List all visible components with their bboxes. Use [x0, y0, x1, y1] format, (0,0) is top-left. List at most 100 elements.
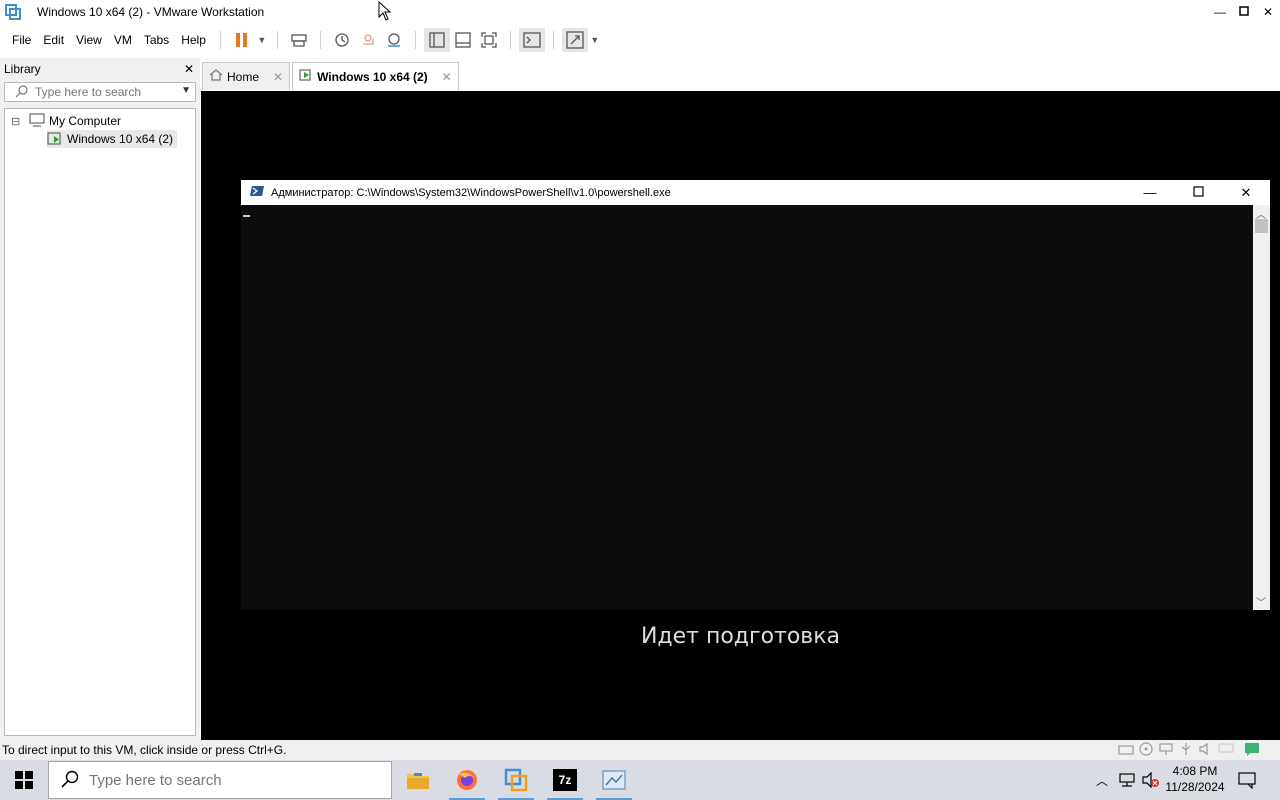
console-icon	[523, 32, 541, 48]
pause-icon	[235, 33, 247, 47]
library-close-icon[interactable]: ✕	[184, 62, 194, 76]
powershell-titlebar[interactable]: Администратор: C:\Windows\System32\Windo…	[241, 180, 1270, 205]
mouse-cursor-icon	[378, 1, 392, 21]
full-screen-button[interactable]	[476, 28, 502, 52]
thumbnail-bar-icon	[455, 32, 471, 48]
sound-card-icon[interactable]	[1198, 742, 1214, 759]
pause-button[interactable]	[229, 28, 255, 52]
collapse-toggle-icon[interactable]: ⊟	[11, 115, 25, 128]
revert-icon	[362, 34, 374, 45]
taskbar-clock[interactable]: 4:08 PM 11/28/2024	[1160, 763, 1230, 795]
toolbar-separator	[552, 31, 554, 49]
ps-maximize-button[interactable]	[1174, 180, 1222, 205]
chevron-down-icon[interactable]: ▼	[181, 85, 191, 96]
thumbnail-bar-button[interactable]	[450, 28, 476, 52]
menu-tabs[interactable]: Tabs	[138, 33, 175, 47]
scroll-down-icon[interactable]: ﹀	[1256, 594, 1266, 609]
toolbar-separator	[276, 31, 278, 49]
menu-toolbar: File Edit View VM Tabs Help ▼ ▼	[0, 24, 1280, 56]
display-icon[interactable]	[1218, 742, 1234, 759]
powershell-icon	[249, 185, 265, 200]
show-library-button[interactable]	[423, 28, 450, 52]
menu-help[interactable]: Help	[175, 33, 212, 47]
tab-label: Home	[227, 69, 260, 84]
menu-edit[interactable]: Edit	[37, 33, 70, 47]
snapshot-button[interactable]	[329, 28, 355, 52]
network-icon[interactable]	[1118, 772, 1136, 791]
vm-display[interactable]: Администратор: C:\Windows\System32\Windo…	[201, 91, 1280, 740]
send-ctrl-alt-del-button[interactable]	[286, 28, 312, 52]
network-adapter-icon[interactable]	[1158, 742, 1174, 759]
console-cursor	[243, 215, 250, 217]
taskbar-app-file-explorer[interactable]	[394, 760, 442, 800]
window-titlebar: Windows 10 x64 (2) - VMware Workstation …	[0, 0, 1280, 24]
maximize-icon	[1192, 185, 1204, 200]
file-explorer-icon	[407, 773, 429, 789]
volume-muted-icon[interactable]	[1142, 771, 1160, 791]
close-icon[interactable]: ✕	[442, 70, 452, 84]
stretch-dropdown-button[interactable]: ▼	[588, 28, 602, 52]
notifications-icon[interactable]	[1238, 771, 1256, 792]
device-icons	[1118, 742, 1260, 759]
toolbar-separator	[219, 31, 221, 49]
power-dropdown-button[interactable]: ▼	[255, 28, 269, 52]
library-search-input[interactable]	[35, 85, 175, 99]
maximize-button[interactable]	[1232, 0, 1256, 24]
close-icon: ✕	[1240, 184, 1252, 200]
usb-icon[interactable]	[1178, 742, 1194, 759]
minimize-icon: —	[1143, 185, 1157, 200]
toolbar-separator	[509, 31, 511, 49]
tree-item-label: Windows 10 x64 (2)	[67, 132, 174, 146]
stretch-guest-button[interactable]	[561, 28, 588, 52]
start-button[interactable]	[0, 760, 48, 800]
stretch-icon	[566, 31, 584, 49]
tab-vm[interactable]: Windows 10 x64 (2) ✕	[292, 62, 459, 90]
sidebar-icon	[429, 32, 445, 48]
taskbar-search-input[interactable]	[89, 771, 369, 789]
taskbar-app-firefox[interactable]	[443, 760, 491, 800]
clock-time: 4:08 PM	[1172, 764, 1218, 778]
powershell-window[interactable]: Администратор: C:\Windows\System32\Windo…	[241, 180, 1270, 610]
firefox-icon	[457, 770, 477, 790]
window-title: Windows 10 x64 (2) - VMware Workstation	[37, 5, 265, 19]
taskbar-app-7zip[interactable]: 7z	[541, 760, 589, 800]
close-icon[interactable]: ✕	[273, 70, 283, 84]
keyboard-icon	[291, 34, 307, 47]
taskbar-app-paint[interactable]	[590, 760, 638, 800]
tree-item-my-computer[interactable]: ⊟ My Computer	[11, 112, 121, 130]
tab-label: Windows 10 x64 (2)	[317, 69, 428, 84]
menu-view[interactable]: View	[70, 33, 108, 47]
powershell-title: Администратор: C:\Windows\System32\Windo…	[271, 186, 671, 199]
menu-file[interactable]: File	[6, 33, 37, 47]
chevron-up-icon[interactable]: ︿	[1096, 772, 1108, 789]
chevron-down-icon: ▼	[257, 35, 267, 45]
taskbar-app-vmware[interactable]	[492, 760, 540, 800]
scrollbar-thumb[interactable]	[1255, 219, 1268, 233]
windows-logo-icon	[15, 771, 33, 789]
cd-rom-icon[interactable]	[1138, 742, 1154, 759]
hard-disk-icon[interactable]	[1118, 742, 1134, 759]
ps-minimize-button[interactable]: —	[1126, 180, 1174, 205]
library-title: Library	[4, 62, 41, 76]
console-scrollbar[interactable]: ︿ ﹀	[1253, 205, 1270, 610]
full-screen-icon	[481, 32, 497, 48]
taskbar-search[interactable]	[48, 761, 392, 799]
close-button[interactable]: ✕	[1256, 0, 1280, 24]
status-bar: To direct input to this VM, click inside…	[0, 740, 1280, 760]
snapshot-icon	[335, 33, 349, 47]
7zip-label: 7z	[558, 773, 572, 787]
computer-icon	[29, 112, 45, 130]
vmware-icon	[504, 768, 528, 792]
tab-home[interactable]: Home ✕	[202, 62, 291, 90]
revert-snapshot-button[interactable]	[355, 28, 381, 52]
library-tree: ⊟ My Computer Windows 10 x64 (2)	[4, 108, 196, 736]
tree-item-vm[interactable]: Windows 10 x64 (2)	[47, 130, 178, 148]
maximize-icon	[1239, 5, 1249, 19]
menu-vm[interactable]: VM	[108, 33, 138, 47]
console-view-button[interactable]	[518, 28, 545, 52]
ps-close-button[interactable]: ✕	[1222, 180, 1270, 205]
snapshot-manager-button[interactable]	[381, 28, 407, 52]
close-icon: ✕	[1262, 5, 1274, 19]
minimize-button[interactable]: —	[1208, 0, 1232, 24]
message-log-icon[interactable]	[1244, 742, 1260, 759]
